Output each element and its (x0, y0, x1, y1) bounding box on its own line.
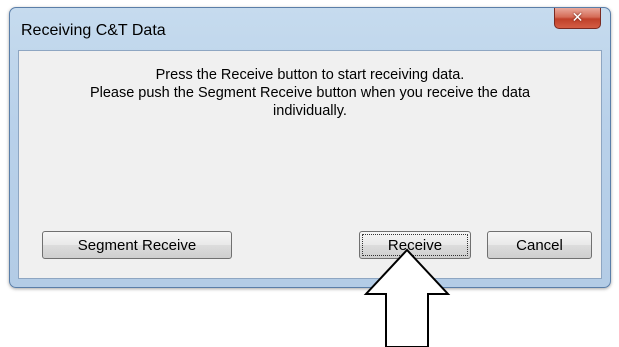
focus-rectangle (362, 234, 468, 256)
close-button[interactable]: ✕ (554, 8, 601, 29)
title-bar[interactable]: Receiving C&T Data ✕ (10, 8, 610, 48)
segment-receive-label: Segment Receive (77, 236, 197, 254)
dialog-body: Press the Receive button to start receiv… (18, 50, 602, 279)
instruction-message: Press the Receive button to start receiv… (25, 66, 595, 120)
close-icon: ✕ (571, 10, 584, 26)
cancel-label: Cancel (516, 236, 563, 254)
message-line-1: Press the Receive button to start receiv… (155, 67, 465, 83)
window-title: Receiving C&T Data (21, 22, 166, 39)
segment-receive-button[interactable]: Segment Receive (42, 231, 232, 259)
message-line-3: individually. (273, 103, 347, 119)
screenshot-canvas: Receiving C&T Data ✕ Press the Receive b… (0, 0, 619, 347)
dialog-window: Receiving C&T Data ✕ Press the Receive b… (9, 7, 611, 288)
cancel-button[interactable]: Cancel (487, 231, 592, 259)
receive-button[interactable]: Receive (359, 231, 471, 259)
message-line-2: Please push the Segment Receive button w… (89, 85, 531, 101)
